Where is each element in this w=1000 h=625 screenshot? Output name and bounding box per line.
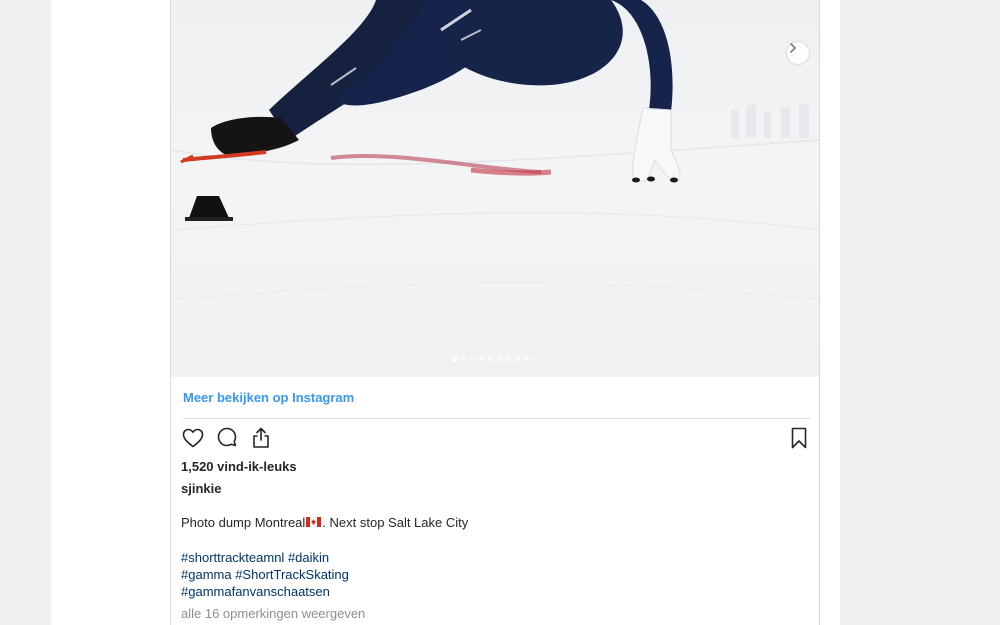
chevron-right-icon	[790, 43, 797, 53]
hashtag-link[interactable]: #daikin	[288, 550, 329, 565]
caption-text-start: Photo dump Montreal	[181, 515, 306, 530]
next-slide-button[interactable]	[787, 42, 809, 64]
hashtag-link[interactable]: #gamma	[181, 567, 232, 582]
carousel-dot	[470, 357, 475, 362]
instagram-embed: Meer bekijken op Instagram 1,520 vind-ik…	[170, 0, 820, 625]
hashtag-list: #shorttrackteamnl #daikin #gamma #ShortTr…	[181, 549, 349, 600]
carousel-dot	[533, 357, 538, 362]
carousel-dot	[452, 357, 457, 362]
post-caption: Photo dump Montreal . Next stop Salt Lak…	[181, 515, 468, 530]
like-count[interactable]: 1,520 vind-ik-leuks	[181, 459, 297, 474]
carousel-dot	[497, 357, 502, 362]
heart-icon[interactable]	[181, 426, 205, 450]
hashtag-line: #gamma #ShortTrackSkating	[181, 566, 349, 583]
carousel-dot	[479, 357, 484, 362]
carousel-dot	[488, 357, 493, 362]
canada-flag-icon	[306, 516, 322, 527]
view-more-on-instagram-link[interactable]: Meer bekijken op Instagram	[183, 390, 354, 405]
page-column: Meer bekijken op Instagram 1,520 vind-ik…	[51, 0, 840, 625]
hashtag-link[interactable]: #shorttrackteamnl	[181, 550, 284, 565]
share-icon[interactable]	[249, 426, 273, 450]
divider	[183, 418, 810, 419]
carousel-dot	[506, 357, 511, 362]
carousel-dot	[515, 357, 520, 362]
skater-illustration	[171, 0, 819, 301]
carousel-dot	[524, 357, 529, 362]
action-bar	[181, 426, 811, 452]
view-all-comments-link[interactable]: alle 16 opmerkingen weergeven	[181, 606, 365, 621]
hashtag-link[interactable]: #ShortTrackSkating	[235, 567, 349, 582]
hashtag-link[interactable]: #gammafanvanschaatsen	[181, 584, 330, 599]
comment-icon[interactable]	[215, 426, 239, 450]
hashtag-line: #gammafanvanschaatsen	[181, 583, 349, 600]
author-username[interactable]: sjinkie	[181, 481, 221, 496]
caption-text-end: . Next stop Salt Lake City	[322, 515, 469, 530]
hashtag-line: #shorttrackteamnl #daikin	[181, 549, 349, 566]
post-photo[interactable]	[171, 0, 819, 377]
carousel-indicators	[171, 357, 819, 362]
bookmark-icon[interactable]	[787, 426, 811, 450]
carousel-dot	[461, 357, 466, 362]
